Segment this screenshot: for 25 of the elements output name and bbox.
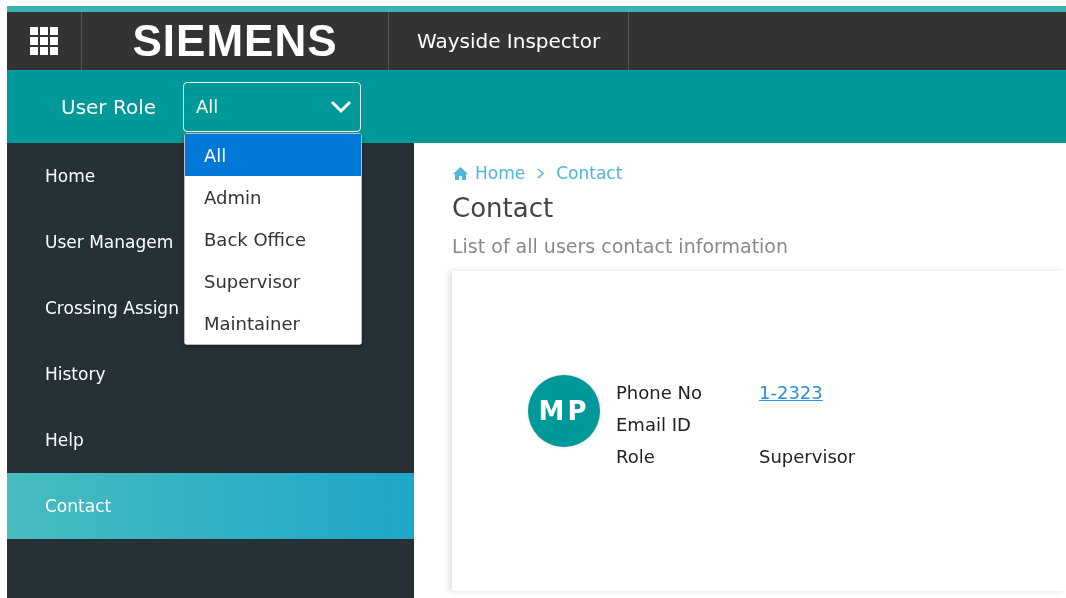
field-label: Phone No xyxy=(616,382,703,403)
user-role-label: User Role xyxy=(61,94,158,119)
phone-link[interactable]: 1-2323 xyxy=(759,382,823,403)
field-value: Supervisor xyxy=(759,446,856,467)
dropdown-option[interactable]: Back Office xyxy=(185,218,361,260)
sidebar-item[interactable]: Home xyxy=(45,166,96,186)
field-label: Email ID xyxy=(616,414,692,435)
sidebar-item[interactable]: History xyxy=(45,364,106,384)
avatar-initials: MP xyxy=(528,375,600,447)
chevron-right-icon xyxy=(537,167,545,179)
dropdown-option[interactable]: Maintainer xyxy=(185,302,361,344)
sidebar-item[interactable]: Help xyxy=(45,430,84,450)
home-icon xyxy=(452,165,469,181)
app-title: Wayside Inspector xyxy=(416,29,601,53)
dropdown-option[interactable]: Admin xyxy=(185,176,361,218)
sidebar-item[interactable]: User Managem xyxy=(45,232,174,252)
app-grid-icon[interactable] xyxy=(29,26,59,56)
brand-logo: SIEMENS xyxy=(132,16,338,66)
page-subtitle: List of all users contact information xyxy=(452,235,790,257)
field-label: Role xyxy=(616,446,656,467)
sidebar-item[interactable]: Crossing Assign xyxy=(45,298,179,318)
chevron-down-icon xyxy=(330,99,352,114)
page-title: Contact xyxy=(452,193,555,223)
dropdown-option[interactable]: All xyxy=(185,134,361,176)
dropdown-option[interactable]: Supervisor xyxy=(185,260,361,302)
